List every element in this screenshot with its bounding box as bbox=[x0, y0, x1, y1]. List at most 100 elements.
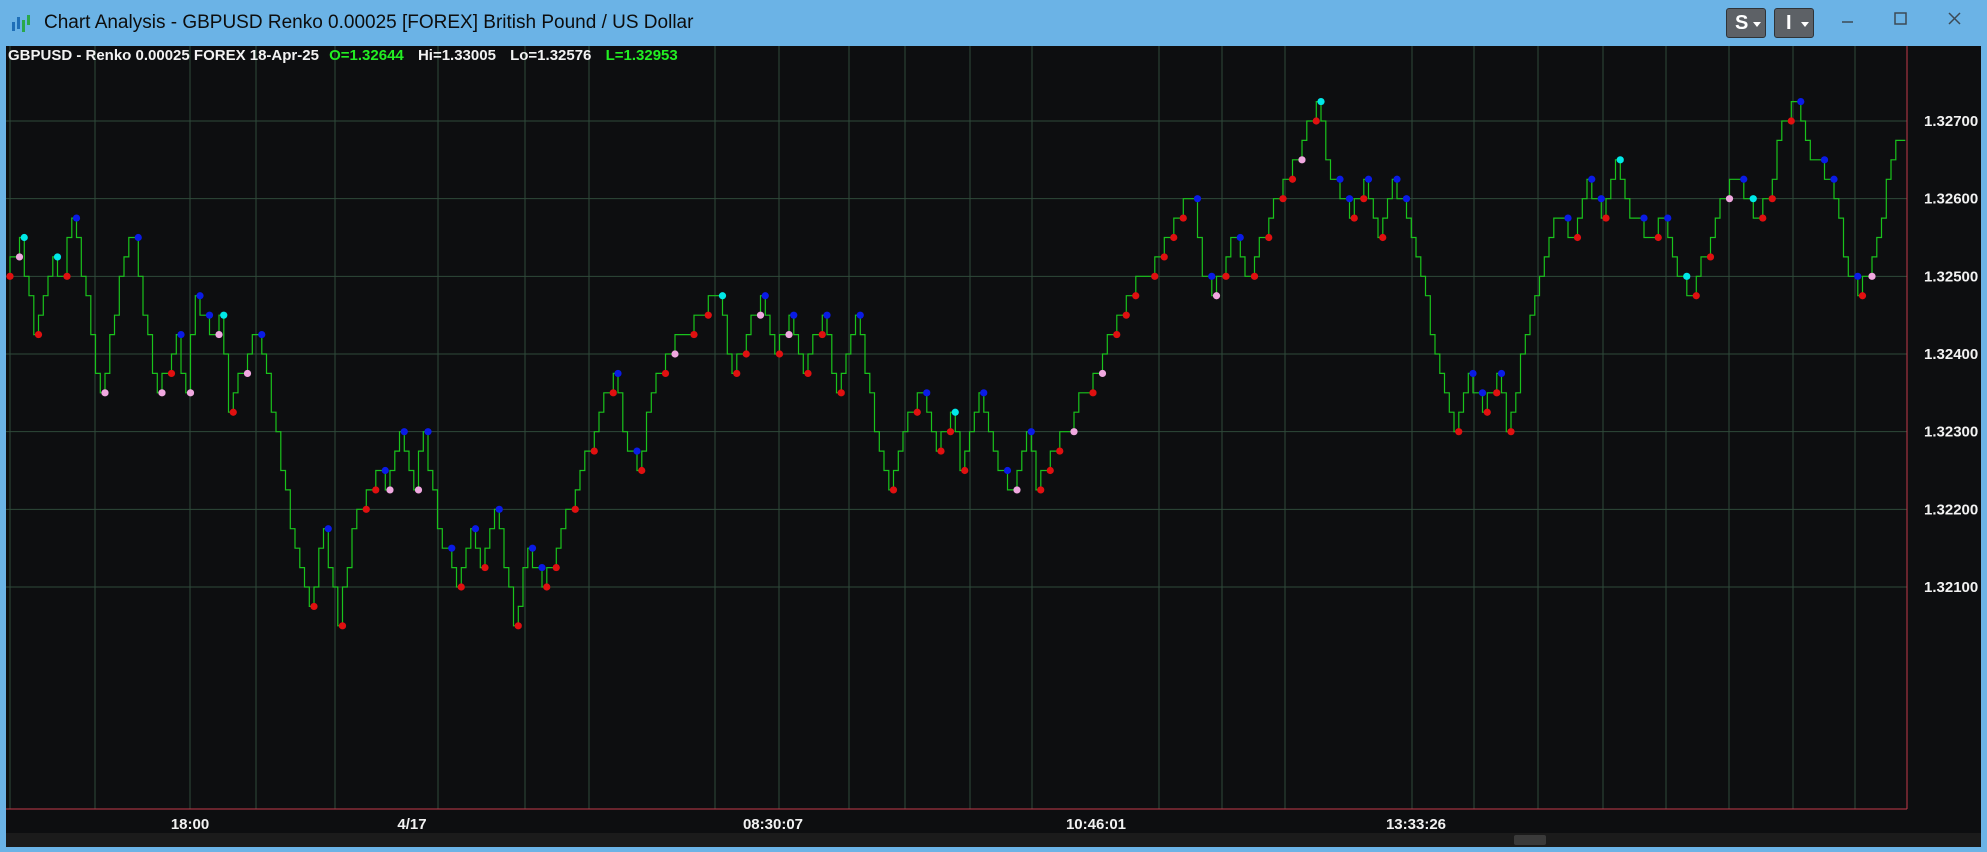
y-tick-label: 1.32500 bbox=[1924, 268, 1978, 285]
swing-low-marker bbox=[1098, 369, 1107, 378]
s-toolbar-button[interactable]: S bbox=[1726, 8, 1766, 38]
swing-high-marker bbox=[1317, 97, 1325, 106]
swing-low-marker bbox=[243, 369, 252, 378]
swing-low-marker bbox=[661, 369, 670, 378]
swing-low-marker bbox=[34, 330, 43, 339]
swing-low-marker bbox=[215, 330, 223, 339]
x-axis-labels: 18:00 4/17 08:30:07 10:46:01 13:33:26 bbox=[171, 816, 1446, 833]
swing-low-marker bbox=[571, 505, 579, 513]
swing-high-marker bbox=[1740, 175, 1748, 183]
swing-high-marker bbox=[20, 233, 28, 242]
header-last: L=1.32953 bbox=[606, 47, 678, 64]
swing-high-marker bbox=[1497, 369, 1506, 378]
y-tick-label: 1.32400 bbox=[1924, 346, 1978, 363]
swing-high-marker bbox=[177, 330, 185, 339]
swing-low-marker bbox=[1493, 389, 1501, 397]
swing-low-marker bbox=[638, 466, 646, 475]
swing-low-marker bbox=[186, 389, 195, 397]
i-button-label: I bbox=[1786, 12, 1792, 34]
header-low: Lo=1.32576 bbox=[510, 47, 591, 64]
x-tick-label: 08:30:07 bbox=[743, 816, 803, 833]
swing-low-marker bbox=[590, 447, 598, 455]
swing-low-marker bbox=[1212, 292, 1221, 300]
swing-high-marker bbox=[614, 369, 622, 378]
swing-high-marker bbox=[1683, 272, 1691, 280]
swing-low-marker bbox=[818, 330, 826, 339]
swing-low-marker bbox=[609, 389, 617, 397]
swing-high-marker bbox=[1003, 466, 1012, 475]
swing-low-marker bbox=[338, 622, 347, 630]
swing-high-marker bbox=[495, 505, 503, 513]
swing-low-marker bbox=[1170, 233, 1178, 242]
swing-low-marker bbox=[1288, 175, 1297, 183]
renko-chart[interactable]: 1.32100 1.32200 1.32300 1.32400 1.32500 1.326… bbox=[6, 46, 1981, 846]
swing-low-marker bbox=[1654, 233, 1662, 242]
swing-high-marker bbox=[1797, 97, 1805, 106]
close-icon[interactable] bbox=[1932, 6, 1978, 36]
swing-high-marker bbox=[856, 311, 864, 319]
swing-high-marker bbox=[324, 525, 332, 533]
swing-low-marker bbox=[1160, 253, 1168, 261]
swing-low-marker bbox=[514, 622, 522, 630]
swing-low-marker bbox=[961, 466, 969, 475]
swing-low-marker bbox=[1122, 311, 1130, 319]
swing-high-marker bbox=[1402, 195, 1411, 203]
maximize-icon[interactable] bbox=[1878, 6, 1924, 36]
swing-high-marker bbox=[1854, 272, 1862, 280]
swing-low-marker bbox=[1312, 117, 1320, 125]
swing-low-marker bbox=[1179, 214, 1187, 222]
swing-low-marker bbox=[804, 369, 812, 378]
swing-low-marker bbox=[63, 272, 71, 280]
swing-low-marker bbox=[372, 486, 380, 494]
s-dropdown-caret-icon bbox=[1753, 22, 1761, 27]
swing-low-marker bbox=[756, 311, 765, 319]
swing-high-marker bbox=[381, 466, 389, 475]
swing-low-marker bbox=[1759, 214, 1767, 222]
swing-low-marker bbox=[1046, 466, 1054, 475]
scrollbar-thumb[interactable] bbox=[1514, 835, 1546, 845]
minimize-icon[interactable] bbox=[1824, 6, 1870, 36]
swing-low-marker bbox=[733, 369, 741, 378]
swing-high-marker bbox=[1830, 175, 1838, 183]
swing-high-marker bbox=[1664, 214, 1672, 222]
swing-high-marker bbox=[1588, 175, 1596, 183]
swing-high-marker bbox=[1597, 195, 1605, 203]
swing-high-marker bbox=[1820, 156, 1829, 164]
chart-area[interactable]: 1.32100 1.32200 1.32300 1.32400 1.32500 1.326… bbox=[6, 46, 1981, 846]
swing-low-marker bbox=[1013, 486, 1021, 494]
i-dropdown-caret-icon bbox=[1801, 22, 1809, 27]
swing-low-marker bbox=[1787, 117, 1795, 125]
renko-price-line bbox=[9, 101, 1906, 627]
swing-low-marker bbox=[1350, 214, 1358, 222]
swing-low-marker bbox=[1298, 156, 1306, 164]
i-toolbar-button[interactable]: I bbox=[1774, 8, 1814, 38]
swing-low-marker bbox=[1507, 428, 1515, 436]
y-axis-labels: 1.32100 1.32200 1.32300 1.32400 1.32500 1.326… bbox=[1924, 113, 1978, 596]
swing-high-marker bbox=[761, 292, 769, 300]
swing-low-marker bbox=[837, 389, 845, 397]
swing-low-marker bbox=[742, 350, 750, 358]
swing-high-marker bbox=[53, 253, 62, 261]
swing-low-marker bbox=[1725, 195, 1734, 203]
swing-low-marker bbox=[101, 389, 109, 397]
swing-low-marker bbox=[310, 602, 318, 611]
swing-high-marker bbox=[718, 292, 727, 300]
swing-low-marker bbox=[1113, 330, 1121, 339]
swing-low-marker bbox=[1132, 292, 1140, 300]
swing-low-marker bbox=[1602, 214, 1610, 222]
swing-high-marker bbox=[1640, 214, 1648, 222]
horizontal-scrollbar[interactable] bbox=[6, 833, 1981, 847]
swing-low-marker bbox=[543, 583, 551, 591]
x-tick-label: 10:46:01 bbox=[1066, 816, 1126, 833]
swing-low-marker bbox=[1279, 195, 1287, 203]
swing-low-marker bbox=[1692, 292, 1700, 300]
title-bar[interactable]: Chart Analysis - GBPUSD Renko 0.00025 [F… bbox=[0, 0, 1987, 46]
swing-high-marker bbox=[1027, 428, 1035, 436]
swing-high-marker bbox=[1364, 175, 1373, 183]
swing-high-marker bbox=[1564, 214, 1572, 222]
swing-high-marker bbox=[1616, 156, 1624, 164]
swing-low-marker bbox=[158, 389, 166, 397]
header-symbol: GBPUSD - Renko 0.00025 FOREX 18-Apr-25 bbox=[8, 47, 319, 64]
swing-low-marker bbox=[15, 253, 24, 261]
window-title: Chart Analysis - GBPUSD Renko 0.00025 [F… bbox=[44, 12, 694, 33]
